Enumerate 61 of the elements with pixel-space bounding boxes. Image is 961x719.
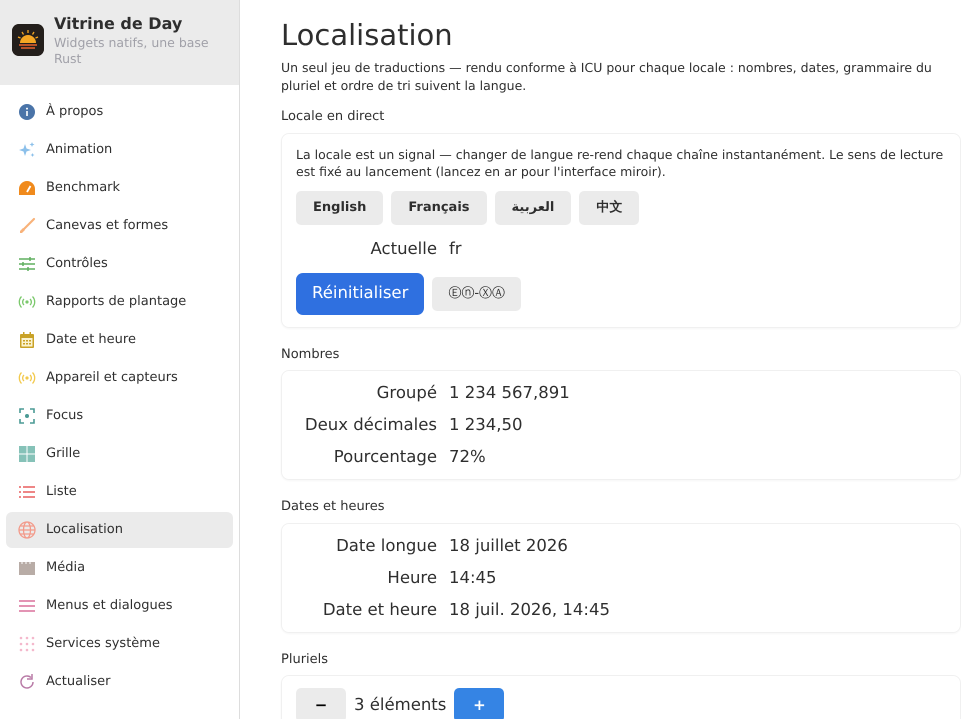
increment-button[interactable]: + [454,688,504,719]
sidebar-item[interactable]: Appareil et capteurs [6,360,233,396]
info-icon [18,103,36,121]
field-label: Groupé [376,382,437,404]
sidebar-item[interactable]: À propos [6,94,233,130]
sidebar-item[interactable]: Localisation [6,512,233,548]
sidebar-item[interactable]: Focus [6,398,233,434]
app-logo [12,24,44,56]
sidebar-item[interactable]: Grille [6,436,233,472]
sidebar-item[interactable]: Animation [6,132,233,168]
field-value: 1 234,50 [449,414,522,436]
sliders-icon [18,255,36,273]
sidebar-item[interactable]: Liste [6,474,233,510]
language-button[interactable]: العربية [494,190,572,225]
calendar-icon [18,331,36,349]
section-heading: Locale en direct [281,108,386,126]
sidebar-item[interactable]: Contrôles [6,246,233,282]
clapperboard-icon [18,559,36,577]
reset-button[interactable]: Réinitialiser [296,272,424,315]
field-label: Date longue [335,534,437,557]
field-value: fr [449,238,462,260]
sidebar-item[interactable]: Date et heure [6,322,233,358]
sidebar-item[interactable]: Canevas et formes [6,208,233,244]
intro-text: Un seul jeu de traductions — rendu conforme à ICU pour chaque locale : nombres, dates, grammaire du pluriel et ordre de tri suivent la langue. [281,58,933,95]
field-label: Date et heure [322,598,437,621]
sidebar-item[interactable]: Menus et dialogues [6,588,233,624]
section-heading: Nombres [281,346,340,364]
note-text: La locale est un signal — changer de langue re-rend chaque chaîne instantanément. Le sens de lecture est fixé au lancement (lancez en ar pour l'interface miroir). [296,146,944,181]
count-text: 3 éléments [354,694,446,716]
field-value: 18 juil. 2026, 14:45 [449,598,610,621]
language-button[interactable]: Français [391,190,487,225]
field-label: Deux décimales [304,414,437,436]
decrement-button[interactable]: − [296,688,346,719]
section-heading: Pluriels [281,650,330,669]
field-value: 1 234 567,891 [449,382,570,404]
gauge-icon [18,179,36,197]
app-title: Vitrine de Day [54,14,184,35]
field-value: 18 juillet 2026 [449,534,568,557]
field-label: Pourcentage [332,446,437,468]
language-button[interactable]: English [296,190,384,225]
sidebar-item[interactable]: Services système [6,626,233,662]
field-value: 14:45 [449,566,497,589]
brush-icon [18,217,36,235]
sidebar-item[interactable]: Benchmark [6,170,233,206]
app-subtitle: Widgets natifs, une base Rust [54,34,210,68]
sidebar-item[interactable]: Média [6,550,233,586]
section-heading: Dates et heures [281,498,386,516]
grid-icon [18,445,36,463]
field-label: Actuelle [370,238,437,260]
page-title: Localisation [281,18,454,53]
focus-icon [18,407,36,425]
refresh-icon [18,673,36,691]
sidebar-item[interactable]: Actualiser [6,664,233,700]
dots-grid-icon [18,635,36,653]
language-button[interactable]: 中文 [579,190,640,225]
sparkles-icon [18,141,36,159]
sidebar-item[interactable]: Rapports de plantage [6,284,233,320]
globe-icon [18,521,36,539]
pseudo-locale-button[interactable]: Ⓔⓝ-ⓍⒶ [432,276,522,311]
field-value: 72% [449,446,486,468]
field-label: Heure [386,566,437,589]
